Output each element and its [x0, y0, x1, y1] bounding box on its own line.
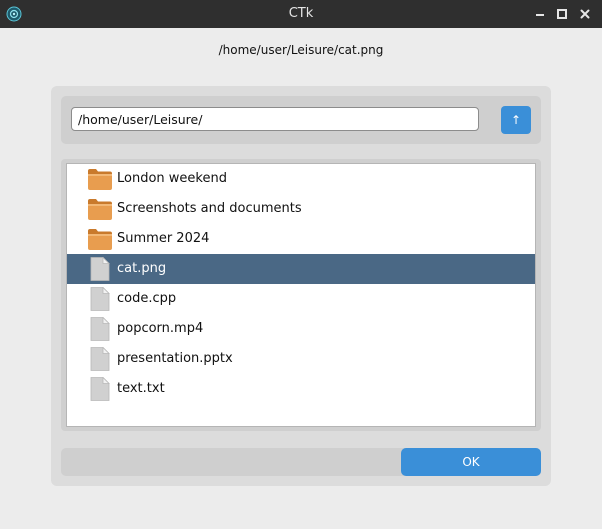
arrow-up-icon: ↑ [510, 113, 522, 127]
file-name-label: Summer 2024 [117, 231, 210, 246]
file-list-frame: London weekend Screenshots and documents S… [61, 159, 541, 431]
file-name-label: Screenshots and documents [117, 201, 302, 216]
file-row[interactable]: code.cpp [67, 284, 535, 314]
folder-row[interactable]: London weekend [67, 164, 535, 194]
file-icon [87, 316, 113, 341]
ok-button[interactable]: OK [401, 448, 541, 476]
file-name-label: London weekend [117, 171, 227, 186]
file-name-label: presentation.pptx [117, 351, 233, 366]
browser-panel: ↑ London weekend Screenshots and document… [51, 86, 551, 486]
file-name-label: cat.png [117, 261, 167, 276]
folder-icon [87, 227, 113, 251]
file-dialog-window: CTk /home/user/Leisure/cat.png ↑ London … [0, 0, 602, 529]
path-input[interactable] [71, 107, 479, 131]
path-bar: ↑ [61, 96, 541, 144]
file-icon [87, 376, 113, 401]
file-row[interactable]: popcorn.mp4 [67, 314, 535, 344]
file-name-label: popcorn.mp4 [117, 321, 204, 336]
folder-icon [87, 197, 113, 221]
selected-path-label: /home/user/Leisure/cat.png [218, 43, 384, 57]
bottom-bar: OK [61, 448, 541, 476]
folder-row[interactable]: Screenshots and documents [67, 194, 535, 224]
title-bar[interactable]: CTk [0, 0, 602, 28]
minimize-icon[interactable] [532, 6, 548, 22]
file-icon [87, 346, 113, 371]
maximize-icon[interactable] [554, 6, 570, 22]
file-row[interactable]: cat.png [67, 254, 535, 284]
close-icon[interactable] [577, 6, 593, 22]
file-row[interactable]: presentation.pptx [67, 344, 535, 374]
file-name-label: code.cpp [117, 291, 177, 306]
file-name-label: text.txt [117, 381, 165, 396]
file-icon [87, 286, 113, 311]
folder-icon [87, 167, 113, 191]
window-title: CTk [288, 6, 314, 21]
up-button[interactable]: ↑ [501, 106, 531, 134]
file-list[interactable]: London weekend Screenshots and documents S… [66, 163, 536, 427]
file-icon [87, 256, 113, 281]
folder-row[interactable]: Summer 2024 [67, 224, 535, 254]
file-row[interactable]: text.txt [67, 374, 535, 404]
